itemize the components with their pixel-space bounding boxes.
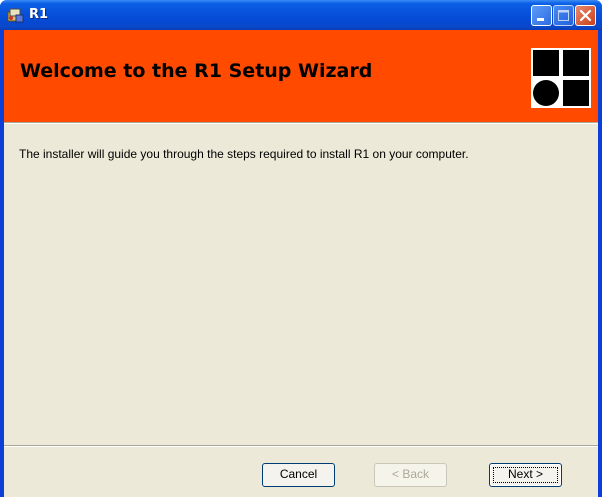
setup-window: R1 Welcome to the R1 Setup Wizard The in…	[0, 0, 602, 497]
wizard-body: Welcome to the R1 Setup Wizard The insta…	[4, 30, 598, 497]
wizard-banner: Welcome to the R1 Setup Wizard	[4, 30, 598, 122]
cancel-button[interactable]: Cancel	[262, 463, 335, 487]
welcome-description: The installer will guide you through the…	[19, 147, 469, 161]
close-button[interactable]	[575, 5, 596, 26]
installer-logo-icon	[531, 48, 591, 108]
back-button[interactable]: < Back	[374, 463, 447, 487]
maximize-button[interactable]	[553, 5, 574, 26]
window-border-right	[598, 30, 602, 497]
footer-divider	[4, 445, 598, 447]
title-bar[interactable]: R1	[0, 0, 602, 30]
wizard-title: Welcome to the R1 Setup Wizard	[20, 60, 373, 82]
minimize-button[interactable]	[531, 5, 552, 26]
maximize-icon	[558, 10, 569, 21]
banner-divider	[4, 122, 598, 124]
next-button[interactable]: Next >	[489, 463, 562, 487]
minimize-icon	[537, 18, 544, 21]
installer-app-icon	[7, 8, 24, 23]
window-title: R1	[29, 7, 49, 22]
close-icon	[579, 9, 592, 22]
next-button-label: Next >	[507, 467, 543, 481]
